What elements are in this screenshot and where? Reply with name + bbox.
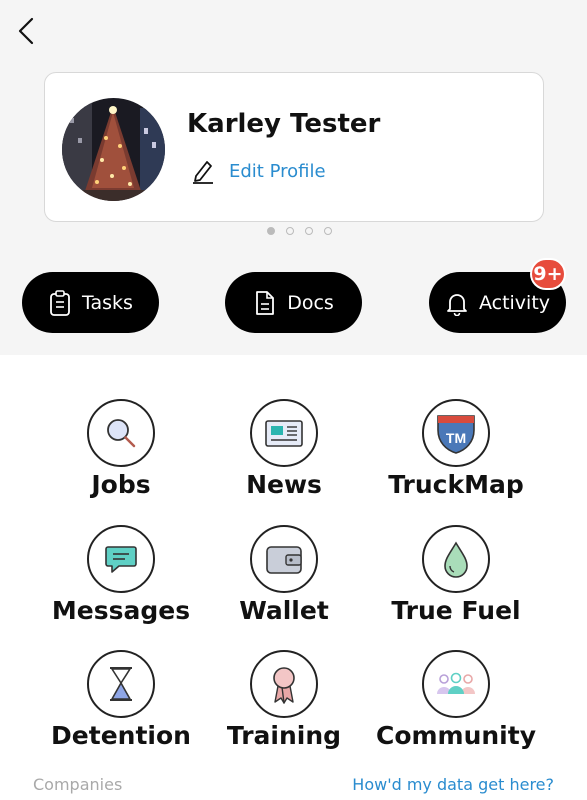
truckmap-shield-icon: TM (422, 399, 490, 467)
page-dot[interactable] (285, 227, 294, 235)
truckmap-tile[interactable]: TM TruckMap (366, 399, 546, 499)
tasks-label: Tasks (82, 291, 133, 314)
docs-button[interactable]: Docs (225, 272, 362, 333)
news-label: News (246, 470, 322, 499)
training-label: Training (226, 721, 342, 750)
chat-bubble-icon (87, 525, 155, 593)
fuel-drop-icon (422, 525, 490, 593)
notification-badge: 9+ (530, 258, 566, 290)
page-dot[interactable] (323, 227, 332, 235)
newspaper-icon (250, 399, 318, 467)
true-fuel-tile[interactable]: True Fuel (366, 525, 546, 625)
jobs-label: Jobs (91, 470, 151, 499)
wallet-icon (250, 525, 318, 593)
detention-tile[interactable]: Detention (31, 650, 211, 750)
christmas-tree-photo (62, 98, 165, 201)
svg-text:TM: TM (446, 430, 466, 446)
clipboard-icon (48, 289, 72, 317)
bell-icon (445, 289, 469, 317)
wallet-tile[interactable]: Wallet (194, 525, 374, 625)
activity-button[interactable]: Activity 9+ (429, 258, 566, 333)
wallet-label: Wallet (239, 596, 329, 625)
edit-profile-link[interactable]: Edit Profile (190, 158, 326, 184)
truckmap-label: TruckMap (388, 470, 524, 499)
profile-name: Karley Tester (187, 109, 381, 139)
avatar[interactable] (62, 98, 165, 201)
messages-tile[interactable]: Messages (31, 525, 211, 625)
search-icon (87, 399, 155, 467)
training-tile[interactable]: Training (194, 650, 374, 750)
back-button[interactable] (12, 14, 40, 48)
companies-label: Companies (33, 775, 123, 794)
tasks-button[interactable]: Tasks (22, 272, 159, 333)
community-people-icon (422, 650, 490, 718)
data-source-link[interactable]: How'd my data get here? (352, 775, 554, 794)
pencil-icon (193, 161, 213, 184)
news-tile[interactable]: News (194, 399, 374, 499)
detention-label: Detention (51, 721, 191, 750)
true-fuel-label: True Fuel (391, 596, 521, 625)
page-dot-active[interactable] (266, 227, 275, 235)
docs-label: Docs (287, 291, 334, 314)
hourglass-icon (87, 650, 155, 718)
jobs-tile[interactable]: Jobs (31, 399, 211, 499)
messages-label: Messages (51, 596, 191, 625)
page-dot[interactable] (304, 227, 313, 235)
document-icon (253, 289, 277, 317)
edit-profile-label: Edit Profile (229, 160, 326, 182)
community-tile[interactable]: Community (366, 650, 546, 750)
activity-label: Activity (478, 291, 551, 314)
profile-card: Karley Tester Edit Profile (44, 72, 544, 222)
award-ribbon-icon (250, 650, 318, 718)
chevron-left-icon (18, 17, 34, 45)
page-indicator (0, 227, 587, 235)
community-label: Community (375, 721, 537, 750)
